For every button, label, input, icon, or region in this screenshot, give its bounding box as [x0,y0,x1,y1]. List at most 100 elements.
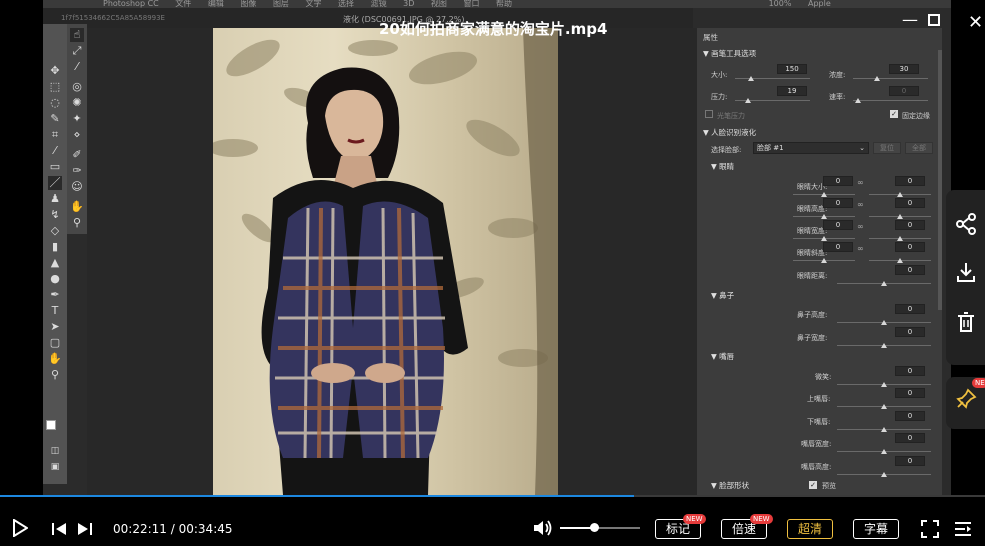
eye-tilt-left-value[interactable]: 0 [823,242,853,252]
slider-knob[interactable] [897,258,903,263]
mouth-header[interactable]: ▼ 嘴唇 [711,351,734,362]
eye-height-right-value[interactable]: 0 [895,198,925,208]
video-player: Photoshop CC 文件 编辑 图像 图层 文字 选择 滤镜 3D 视图 … [0,0,985,546]
face-liquify-label: 人脸识别液化 [711,128,757,137]
share-icon[interactable] [946,208,985,248]
panel-scrollbar[interactable] [938,50,942,310]
slider-knob[interactable] [881,320,887,325]
nose-label: 鼻子 [719,291,735,300]
slider-knob[interactable] [821,236,827,241]
thaw-mask-icon: ✑ [72,164,82,177]
pressure-value[interactable]: 19 [777,86,807,96]
history-brush-icon: ↯ [50,208,60,221]
slider-knob[interactable] [821,192,827,197]
eye-distance-value[interactable]: 0 [895,265,925,275]
fullscreen-icon[interactable] [921,520,939,542]
eye-height-left-value[interactable]: 0 [823,198,853,208]
size-slider-knob[interactable] [748,76,754,81]
nose-width-value[interactable]: 0 [895,327,925,337]
smile-value[interactable]: 0 [895,366,925,376]
subtitle-button[interactable]: 字幕 [853,519,899,539]
size-value[interactable]: 150 [777,64,807,74]
pin-edges-checkbox[interactable]: ✓ [890,110,898,118]
face-liquify-header[interactable]: ▼ 人脸识别液化 [703,127,756,138]
eyedropper-icon: ⁄ [54,144,56,157]
slider-knob[interactable] [881,404,887,409]
nose-height-value[interactable]: 0 [895,304,925,314]
slider-knob[interactable] [897,192,903,197]
select-face-dropdown[interactable]: 脸部 #1 ⌄ [753,142,869,154]
bloat-icon: ✦ [72,112,82,125]
close-icon[interactable]: ✕ [968,12,983,33]
rate-slider-knob[interactable] [855,98,861,103]
slider-knob[interactable] [881,382,887,387]
slider-knob[interactable] [881,343,887,348]
pressure-slider-knob[interactable] [745,98,751,103]
ps-menubar-zoom: 100% [768,0,792,8]
slider-knob[interactable] [897,236,903,241]
volume-icon[interactable] [533,519,553,541]
nose-header[interactable]: ▼ 鼻子 [711,290,734,301]
smooth-icon: ⁄ [76,60,78,73]
rate-slider[interactable] [853,100,928,101]
hd-button[interactable]: 超清 [787,519,833,539]
face-shape-header[interactable]: ▼ 脸部形状 [711,480,749,491]
playlist-icon[interactable] [954,520,972,542]
minimize-icon[interactable]: — [902,10,918,29]
rate-value[interactable]: 0 [889,86,919,96]
panel-title: 属性 [703,33,718,42]
maximize-icon[interactable] [928,14,940,26]
eye-size-left-value[interactable]: 0 [823,176,853,186]
link-icon[interactable]: ∞ [857,200,864,209]
slider-knob[interactable] [821,258,827,263]
download-icon[interactable] [946,256,985,296]
mouth-height-label: 嘴唇高度: [801,463,832,471]
pin-icon[interactable] [946,383,985,423]
slider-knob[interactable] [881,427,887,432]
brush-options-header[interactable]: ▼ 画笔工具选项 [703,48,756,59]
lower-lip-value[interactable]: 0 [895,411,925,421]
eyes-header[interactable]: ▼ 眼睛 [711,161,734,172]
size-slider[interactable] [735,78,810,79]
eye-width-left-value[interactable]: 0 [823,220,853,230]
ps-menu-item: 文件 [175,0,192,8]
dodge-icon: ● [50,272,60,285]
mouth-width-value[interactable]: 0 [895,433,925,443]
play-icon[interactable] [12,518,29,541]
foreground-color-swatch [46,420,56,430]
ps-menu-item: 窗口 [463,0,480,8]
density-slider[interactable] [853,78,928,79]
link-icon[interactable]: ∞ [857,222,864,231]
slider-knob[interactable] [881,449,887,454]
link-icon[interactable]: ∞ [857,244,864,253]
brush-tool-icon: ／ [48,176,62,190]
preview-label: 预览 [822,482,836,490]
photo-canvas[interactable] [213,28,558,495]
eye-width-right-value[interactable]: 0 [895,220,925,230]
next-icon[interactable] [77,521,93,540]
volume-knob[interactable] [589,523,599,532]
slider-knob[interactable] [821,214,827,219]
select-face-value: 脸部 #1 [757,144,784,152]
link-icon[interactable]: ∞ [857,178,864,187]
ps-menu-item: 帮助 [496,0,513,8]
zoom-icon: ⚲ [72,216,82,229]
prev-icon[interactable] [51,521,67,540]
eye-size-right-value[interactable]: 0 [895,176,925,186]
density-value[interactable]: 30 [889,64,919,74]
slider-knob[interactable] [897,214,903,219]
slider-knob[interactable] [881,281,887,286]
trash-icon[interactable] [946,306,985,346]
volume-fill[interactable] [560,527,594,529]
upper-lip-value[interactable]: 0 [895,388,925,398]
preview-checkbox[interactable]: ✓ [809,481,817,489]
video-frame[interactable]: Photoshop CC 文件 编辑 图像 图层 文字 选择 滤镜 3D 视图 … [43,0,951,495]
eye-tilt-right-value[interactable]: 0 [895,242,925,252]
mouth-height-value[interactable]: 0 [895,456,925,466]
pressure-label: 压力: [711,93,728,101]
slider-knob[interactable] [881,472,887,477]
all-button[interactable]: 全部 [905,142,933,154]
reset-button[interactable]: 复位 [873,142,901,154]
density-slider-knob[interactable] [874,76,880,81]
stylus-checkbox[interactable] [705,110,713,118]
